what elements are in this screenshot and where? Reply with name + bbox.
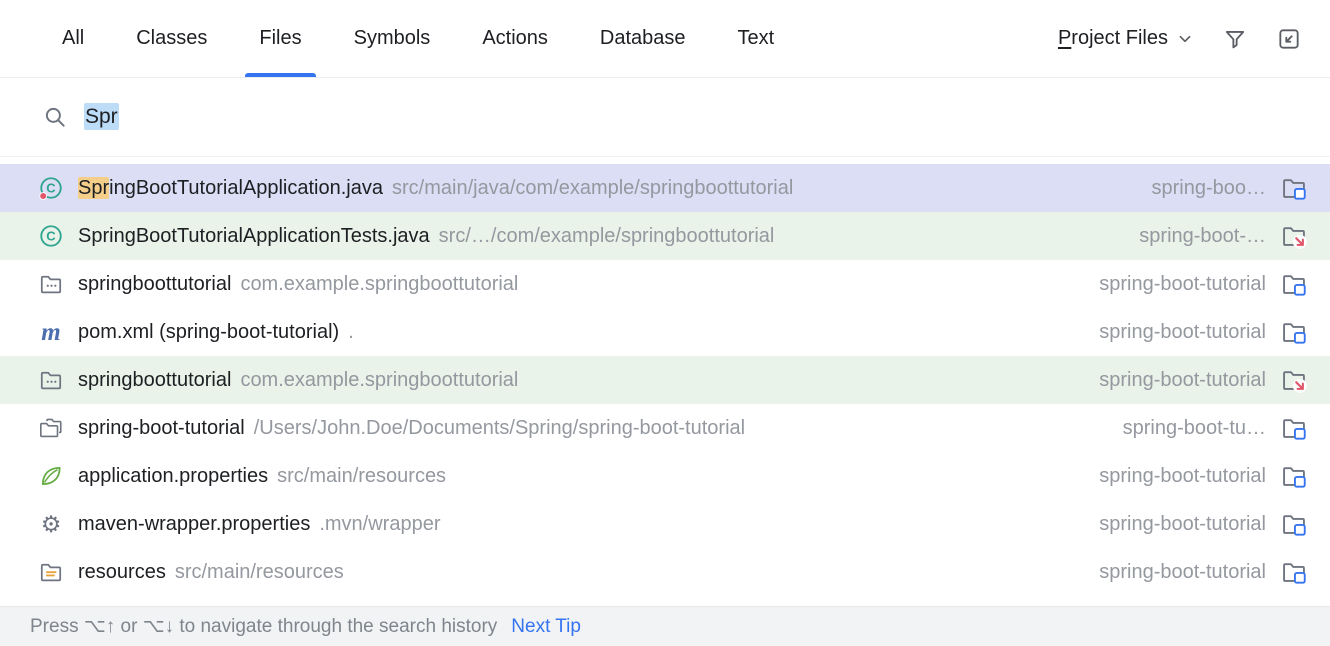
scope-label: Project Files [1058,27,1168,50]
result-row[interactable]: application.properties src/main/resource… [0,452,1330,500]
module-folder-icon [1280,558,1308,586]
result-row[interactable]: m pom.xml (spring-boot-tutorial) . sprin… [0,308,1330,356]
result-row[interactable]: C SpringBootTutorialApplicationTests.jav… [0,212,1330,260]
result-path: src/main/resources [175,561,344,584]
tab-database[interactable]: Database [574,0,712,77]
result-path: src/main/resources [277,465,446,488]
search-everywhere-popup: All Classes Files Symbols Actions Database Tex… [0,0,1330,646]
class-run-icon: C [38,175,64,201]
result-path: .mvn/wrapper [319,513,440,536]
resources-icon [38,559,64,585]
results-list: C SpringBootTutorialApplication.java src… [0,157,1330,606]
result-name: SpringBootTutorialApplicationTests.java [78,225,430,248]
module-folder-icon [1280,462,1308,490]
result-row[interactable]: springboottutorial com.example.springboo… [0,356,1330,404]
tab-bar: All Classes Files Symbols Actions Database Tex… [0,0,1330,78]
filter-button[interactable] [1216,20,1254,58]
result-name: springboottutorial [78,369,231,392]
open-in-editor-icon [1276,26,1302,52]
class-icon: C [38,223,64,249]
result-module: spring-boot-tutorial [1081,321,1266,344]
tab-label: Text [738,27,775,50]
tab-label: All [62,27,84,50]
result-module: spring-boot-tutorial [1081,465,1266,488]
tab-all[interactable]: All [36,0,110,77]
result-name: application.properties [78,465,268,488]
result-path: src/…/com/example/springboottutorial [439,225,775,248]
result-module: spring-boot-tutorial [1081,561,1266,584]
result-module: spring-boot-tu… [1105,417,1266,440]
result-module: spring-boot-tutorial [1081,369,1266,392]
filter-icon [1222,26,1248,52]
result-row[interactable]: resources src/main/resources spring-boot… [0,548,1330,596]
result-row[interactable]: springboottutorial com.example.springboo… [0,260,1330,308]
scope-selector[interactable]: Project Files [1054,21,1200,56]
tab-symbols[interactable]: Symbols [328,0,457,77]
next-tip-link[interactable]: Next Tip [511,616,581,638]
module-icon [38,415,64,441]
result-path: /Users/John.Doe/Documents/Spring/spring-… [254,417,745,440]
result-name: maven-wrapper.properties [78,513,310,536]
open-in-editor-button[interactable] [1270,20,1308,58]
module-folder-icon [1280,414,1308,442]
search-field[interactable]: Spr [0,78,1330,157]
svg-text:C: C [46,181,56,196]
match-highlight: Spr [78,177,109,199]
tab-label: Database [600,27,686,50]
search-input[interactable]: Spr [84,103,119,130]
footer-hint-bar: Press ⌥↑ or ⌥↓ to navigate through the s… [0,606,1330,646]
tab-text[interactable]: Text [712,0,801,77]
result-module: spring-boot-tutorial [1081,273,1266,296]
result-path: src/main/java/com/example/springboottuto… [392,177,793,200]
result-module: spring-boot-tutorial [1081,513,1266,536]
test-folder-icon [1280,222,1308,250]
result-path: . [348,321,354,344]
module-folder-icon [1280,174,1308,202]
svg-text:C: C [46,229,56,244]
test-folder-icon [1280,366,1308,394]
module-folder-icon [1280,510,1308,538]
tab-label: Classes [136,27,207,50]
tab-label: Actions [482,27,548,50]
tab-files[interactable]: Files [233,0,327,77]
result-row[interactable]: C SpringBootTutorialApplication.java src… [0,164,1330,212]
maven-icon: m [38,319,64,345]
search-icon [42,104,68,130]
result-name: SpringBootTutorialApplication.java [78,177,383,200]
gear-icon: ⚙ [38,511,64,537]
result-path: com.example.springboottutorial [240,273,518,296]
result-name: spring-boot-tutorial [78,417,245,440]
spring-icon [38,463,64,489]
tab-label: Files [259,27,301,50]
result-module: spring-boot-… [1121,225,1266,248]
package-icon [38,367,64,393]
result-module: spring-boo… [1133,177,1266,200]
toolbar: Project Files [1054,0,1308,77]
result-path: com.example.springboottutorial [240,369,518,392]
package-icon [38,271,64,297]
chevron-down-icon [1174,28,1196,50]
result-name: pom.xml (spring-boot-tutorial) [78,321,339,344]
result-name: resources [78,561,166,584]
module-folder-icon [1280,270,1308,298]
result-row[interactable]: ⚙ maven-wrapper.properties .mvn/wrapper … [0,500,1330,548]
tab-list: All Classes Files Symbols Actions Database Tex… [36,0,800,77]
result-name: springboottutorial [78,273,231,296]
tab-classes[interactable]: Classes [110,0,233,77]
result-row[interactable]: spring-boot-tutorial /Users/John.Doe/Doc… [0,404,1330,452]
search-query-text: Spr [84,103,119,130]
search-history-hint: Press ⌥↑ or ⌥↓ to navigate through the s… [30,615,497,638]
tab-label: Symbols [354,27,431,50]
tab-actions[interactable]: Actions [456,0,574,77]
module-folder-icon [1280,318,1308,346]
